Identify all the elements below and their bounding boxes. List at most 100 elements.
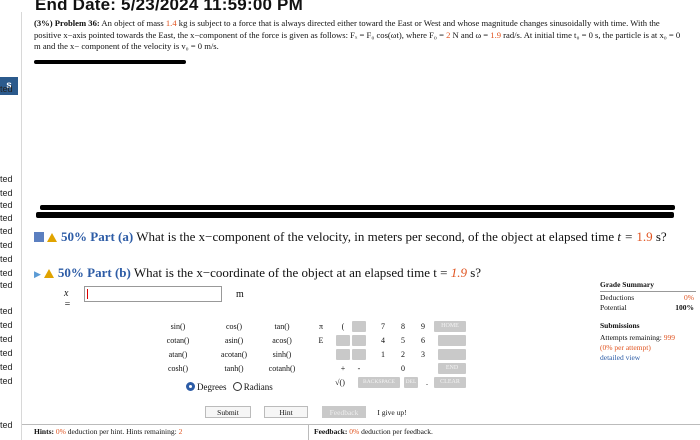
- key-1[interactable]: 1: [376, 349, 390, 360]
- key-cos[interactable]: cos(): [212, 321, 256, 332]
- sidebar-item-label[interactable]: ted: [0, 320, 13, 330]
- key-2[interactable]: 2: [396, 349, 410, 360]
- key-del[interactable]: DEL: [404, 377, 418, 388]
- warning-icon: [43, 269, 54, 278]
- key-cosh[interactable]: cosh(): [156, 363, 200, 374]
- sidebar-item-label[interactable]: ted: [0, 268, 13, 278]
- key-clear[interactable]: CLEAR: [434, 377, 466, 388]
- sidebar-item-label[interactable]: ted: [0, 334, 13, 344]
- key-blank[interactable]: [352, 335, 366, 346]
- key-backspace[interactable]: BACKSPACE: [358, 377, 400, 388]
- key-7[interactable]: 7: [376, 321, 390, 332]
- radians-label: Radians: [243, 382, 273, 392]
- sidebar-item-label[interactable]: ted: [0, 200, 13, 210]
- part-a-question: What is the x−component of the velocity,…: [136, 229, 615, 244]
- grade-summary: Grade Summary Deductions 0% Potential 100%…: [600, 280, 696, 363]
- end-date: End Date: 5/23/2024 11:59:00 PM: [35, 0, 303, 14]
- sidebar-item-label[interactable]: ted: [0, 254, 13, 264]
- key-pi[interactable]: π: [314, 321, 328, 332]
- part-a-time-suffix: s?: [655, 229, 667, 244]
- redaction-mark: [36, 212, 674, 218]
- key-blank[interactable]: [438, 349, 466, 360]
- key-minus[interactable]: -: [352, 363, 366, 374]
- key-cotanh[interactable]: cotanh(): [260, 363, 304, 374]
- sidebar-item-label[interactable]: ted: [0, 213, 13, 223]
- part-a-icon: [34, 232, 44, 242]
- grade-summary-title: Grade Summary: [600, 280, 696, 292]
- key-3[interactable]: 3: [416, 349, 430, 360]
- problem-label: Problem 36:: [54, 18, 100, 28]
- sidebar-item-label[interactable]: ted: [0, 376, 13, 386]
- problem-mass: 1.4: [165, 18, 177, 28]
- sidebar-item-label[interactable]: ted: [0, 188, 13, 198]
- sidebar-item-label[interactable]: ted: [0, 226, 13, 236]
- key-e[interactable]: E: [314, 335, 328, 346]
- key-4[interactable]: 4: [376, 335, 390, 346]
- part-a-time: 1.9: [636, 229, 653, 244]
- part-b[interactable]: ▶ 50% Part (b) What is the x−coordinate o…: [34, 265, 481, 282]
- key-blank[interactable]: [438, 335, 466, 346]
- angle-mode: Degrees Radians: [186, 382, 273, 392]
- key-9[interactable]: 9: [416, 321, 430, 332]
- key-blank[interactable]: [352, 349, 366, 360]
- sidebar-item-label[interactable]: ted: [0, 84, 13, 94]
- detailed-view-link[interactable]: detailed view: [600, 353, 696, 363]
- key-atan[interactable]: atan(): [156, 349, 200, 360]
- header-bar: End Date: 5/23/2024 11:59:00 PM: [0, 0, 700, 14]
- key-sinh[interactable]: sinh(): [260, 349, 304, 360]
- part-b-label: 50% Part (b): [57, 265, 131, 280]
- feedback-button[interactable]: Feedback: [322, 406, 366, 418]
- sidebar-item-label[interactable]: ted: [0, 348, 13, 358]
- key-asin[interactable]: asin(): [212, 335, 256, 346]
- key-tanh[interactable]: tanh(): [212, 363, 256, 374]
- problem-weight: (3%): [34, 18, 53, 28]
- deductions-label: Deductions: [600, 293, 635, 302]
- potential-value: 100%: [675, 303, 694, 312]
- redaction-mark: [34, 60, 186, 64]
- left-sidebar: s ted ted ted ted ted ted ted ted ted ted ted ted te…: [0, 0, 22, 440]
- give-up-button[interactable]: I give up!: [370, 406, 414, 418]
- key-blank[interactable]: [336, 349, 350, 360]
- key-dot[interactable]: .: [420, 377, 434, 388]
- key-blank[interactable]: [336, 335, 350, 346]
- degrees-radio[interactable]: [186, 382, 195, 391]
- answer-input[interactable]: [84, 286, 222, 302]
- key-end[interactable]: END: [438, 363, 466, 374]
- sidebar-item-label[interactable]: ted: [0, 306, 13, 316]
- submit-button[interactable]: Submit: [205, 406, 251, 418]
- part-b-time: 1.9: [450, 265, 467, 280]
- problem-text-1: An object of mass: [101, 18, 164, 28]
- key-open-paren[interactable]: (: [336, 321, 350, 332]
- key-5[interactable]: 5: [396, 335, 410, 346]
- sidebar-item-label[interactable]: ted: [0, 280, 13, 290]
- hint-button[interactable]: Hint: [264, 406, 308, 418]
- text-caret: [87, 289, 88, 299]
- key-plus[interactable]: +: [336, 363, 350, 374]
- key-sqrt[interactable]: √(): [328, 377, 352, 388]
- warning-icon: [47, 233, 57, 242]
- part-a-label: 50% Part (a): [61, 229, 134, 244]
- key-0[interactable]: 0: [396, 363, 410, 374]
- key-tan[interactable]: tan(): [260, 321, 304, 332]
- key-acos[interactable]: acos(): [260, 335, 304, 346]
- sidebar-item-label[interactable]: ted: [0, 362, 13, 372]
- footer-bar: Hints: 0% deduction per hint. Hints rema…: [22, 424, 700, 440]
- sidebar-item-label[interactable]: ted: [0, 240, 13, 250]
- key-6[interactable]: 6: [416, 335, 430, 346]
- key-close-paren[interactable]: [352, 321, 366, 332]
- part-a[interactable]: 50% Part (a) What is the x−component of …: [34, 229, 674, 244]
- key-cotan[interactable]: cotan(): [156, 335, 200, 346]
- key-8[interactable]: 8: [396, 321, 410, 332]
- key-home[interactable]: HOME: [434, 321, 466, 332]
- problem-statement: (3%) Problem 36: An object of mass 1.4 k…: [34, 18, 684, 53]
- feedback-info: Feedback: 0% deduction per feedback.: [314, 427, 433, 436]
- key-acotan[interactable]: acotan(): [212, 349, 256, 360]
- attempts-remaining: Attempts remaining: 999: [600, 333, 675, 342]
- sidebar-item-label[interactable]: ted: [0, 420, 13, 430]
- sidebar-item-label[interactable]: ted: [0, 174, 13, 184]
- degrees-label: Degrees: [197, 382, 227, 392]
- part-a-time-prefix: t =: [617, 229, 634, 244]
- radians-radio[interactable]: [232, 382, 242, 391]
- submissions-title: Submissions: [600, 321, 640, 330]
- key-sin[interactable]: sin(): [156, 321, 200, 332]
